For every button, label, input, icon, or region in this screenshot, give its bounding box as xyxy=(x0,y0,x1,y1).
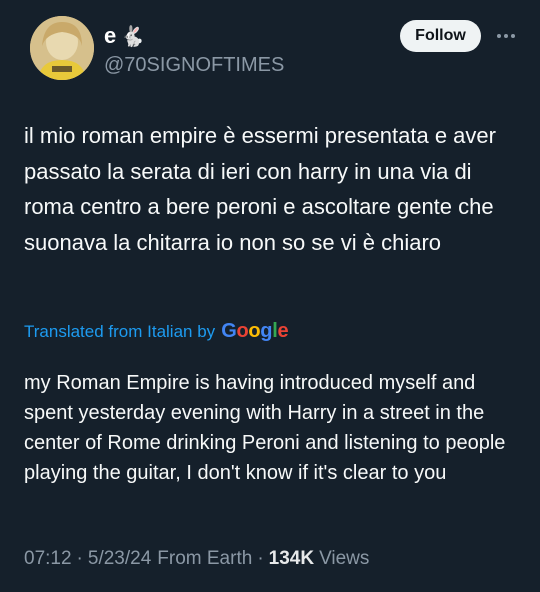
display-name[interactable]: e 🐇 xyxy=(104,22,284,50)
follow-button[interactable]: Follow xyxy=(400,20,481,52)
views-count: 134K xyxy=(268,548,315,569)
tweet-time[interactable]: 07:12 xyxy=(24,548,72,570)
more-options-button[interactable] xyxy=(492,20,520,52)
display-name-text: e xyxy=(104,23,117,48)
user-handle[interactable]: @70SIGNOFTIMES xyxy=(104,54,284,77)
translation-attribution[interactable]: Translated from Italian by Google xyxy=(24,320,289,343)
tweet-header: e 🐇 @70SIGNOFTIMES Follow xyxy=(24,16,524,84)
tweet-source: From Earth xyxy=(157,548,253,569)
tweet-meta: 07:12 · 5/23/24 From Earth · 134K Views xyxy=(24,548,369,570)
profile-avatar-photo xyxy=(30,16,94,80)
avatar[interactable] xyxy=(30,16,94,80)
views-label: Views xyxy=(319,548,370,569)
more-horizontal-icon xyxy=(497,34,515,38)
tweet-date[interactable]: 5/23/24 xyxy=(88,548,151,570)
rabbit-icon: 🐇 xyxy=(120,25,146,48)
google-logo: Google xyxy=(221,320,289,342)
tweet-text: il mio roman empire è essermi presentata… xyxy=(24,123,496,255)
translated-label: Translated from Italian by xyxy=(24,321,216,341)
translated-text: my Roman Empire is having introduced mys… xyxy=(24,372,506,484)
separator-dot: · xyxy=(76,548,83,569)
separator-dot: · xyxy=(257,548,264,569)
